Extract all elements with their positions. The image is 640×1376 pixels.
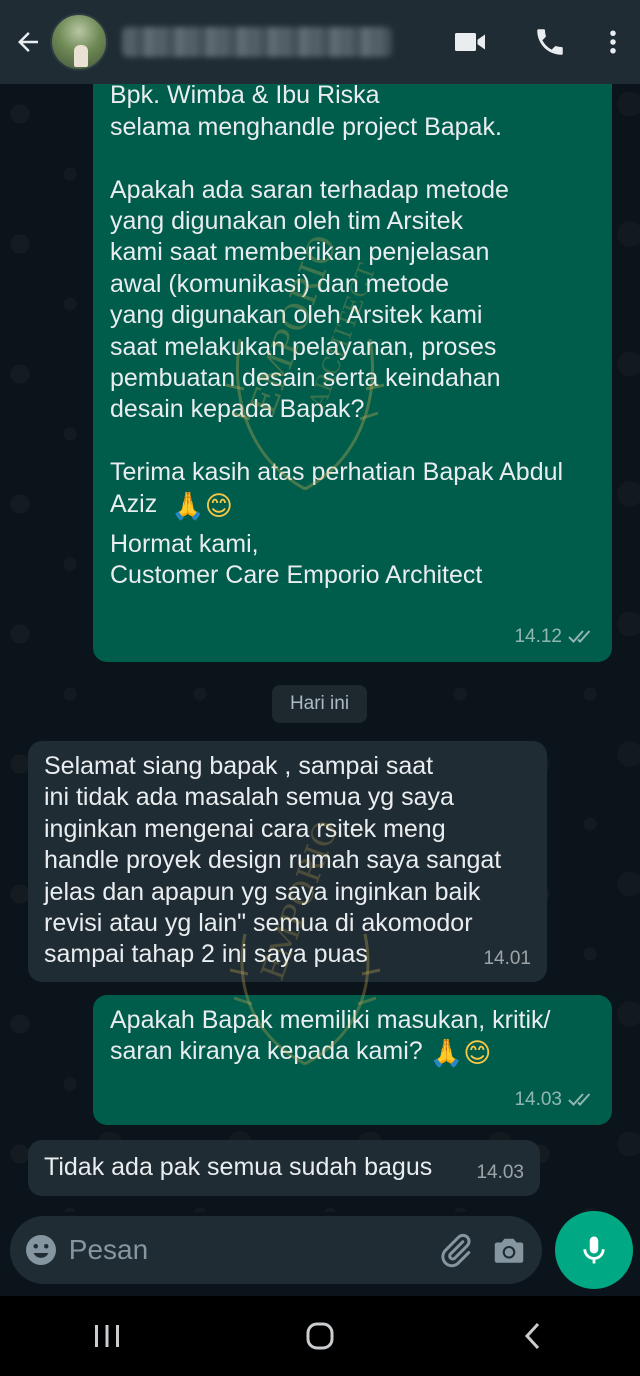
message-bubble-incoming[interactable]: Selamat siang bapak , sampai saat ini ti…: [28, 741, 547, 982]
voice-call-icon: [537, 29, 563, 55]
voice-message-button[interactable]: [555, 1211, 633, 1289]
mic-icon: [583, 1236, 605, 1264]
message-bubble-outgoing[interactable]: Apakah Bapak memiliki masukan, kritik/ s…: [93, 995, 612, 1125]
praying-hands-emoji: 🙏: [429, 1038, 464, 1070]
message-time: 14.03: [476, 1161, 524, 1183]
video-call-icon: [455, 33, 485, 51]
message-text: Bpk. Wimba & Ibu Riska selama menghandle…: [110, 84, 564, 518]
chat-header: [0, 0, 640, 84]
double-check-icon: [568, 630, 591, 644]
attach-icon: [441, 1233, 471, 1268]
praying-hands-emoji: 🙏: [171, 490, 205, 522]
double-check-icon: [568, 1093, 591, 1107]
message-bubble-outgoing[interactable]: Bpk. Wimba & Ibu Riska selama menghandle…: [93, 84, 612, 662]
back-icon: [525, 1322, 540, 1350]
system-navigation-bar: [0, 1296, 640, 1376]
date-separator: Hari ini: [272, 685, 367, 723]
more-options-button[interactable]: [590, 0, 636, 84]
home-button[interactable]: [260, 1296, 380, 1376]
message-time: 14.01: [483, 947, 531, 969]
contact-avatar[interactable]: [50, 13, 108, 71]
smiling-face-emoji: 😊: [463, 1038, 492, 1070]
contact-name-blurred[interactable]: [122, 27, 392, 57]
message-bubble-incoming[interactable]: Tidak ada pak semua sudah bagus 14.03: [28, 1140, 540, 1196]
message-text: Tidak ada pak semua sudah bagus: [44, 1153, 433, 1181]
back-button[interactable]: [6, 0, 50, 84]
camera-button[interactable]: [483, 1232, 536, 1268]
message-composer: [10, 1216, 542, 1284]
message-text: Selamat siang bapak , sampai saat ini ti…: [44, 752, 502, 969]
attach-button[interactable]: [430, 1232, 483, 1268]
home-icon: [306, 1322, 334, 1350]
system-back-button[interactable]: [473, 1296, 593, 1376]
message-time: 14.03: [514, 1088, 562, 1110]
recent-apps-button[interactable]: [47, 1296, 167, 1376]
voice-call-button[interactable]: [510, 0, 590, 84]
camera-icon: [495, 1238, 524, 1263]
arrow-left-icon: [18, 32, 38, 52]
more-options-icon: [610, 30, 616, 54]
message-closing: Hormat kami, Customer Care Emporio Archi…: [110, 530, 483, 590]
message-time: 14.12: [514, 625, 562, 647]
emoji-button[interactable]: [14, 1232, 69, 1268]
video-call-button[interactable]: [430, 0, 510, 84]
chat-area[interactable]: Bpk. Wimba & Ibu Riska selama menghandle…: [0, 84, 640, 1212]
message-input[interactable]: [68, 1216, 430, 1284]
smiling-face-emoji: 😊: [204, 490, 233, 522]
emoji-icon: [26, 1235, 57, 1265]
recent-apps-icon: [94, 1325, 119, 1347]
